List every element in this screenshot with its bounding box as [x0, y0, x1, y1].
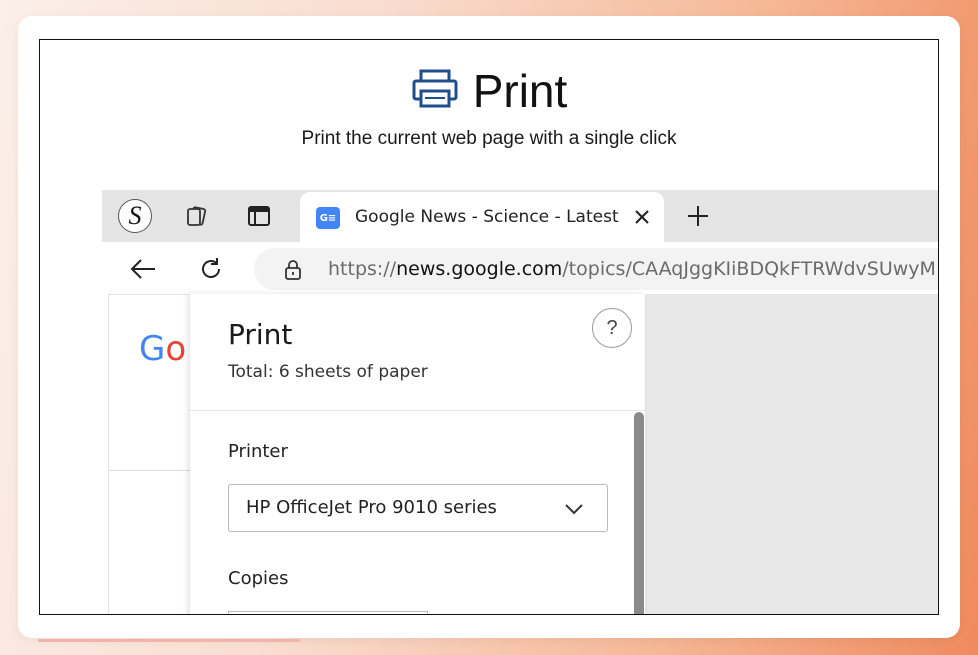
tab-title: Google News - Science - Latest — [355, 207, 619, 227]
profile-avatar[interactable]: S — [118, 199, 152, 233]
browser-window: S G≡ Google News - Science - Latest http… — [102, 190, 938, 614]
new-tab-plus-icon[interactable] — [684, 202, 712, 230]
copies-input[interactable] — [228, 611, 428, 614]
hero-title: Print — [472, 65, 568, 117]
page-content: Go Print Total: 6 sheets of paper ? Prin… — [102, 294, 938, 614]
vertical-tabs-icon[interactable] — [245, 202, 273, 230]
copies-label: Copies — [228, 568, 289, 589]
refresh-icon[interactable] — [196, 254, 226, 284]
printer-select[interactable]: HP OfficeJet Pro 9010 series — [228, 484, 608, 532]
back-arrow-icon[interactable] — [128, 254, 158, 284]
printer-icon — [411, 69, 459, 114]
divider — [109, 470, 193, 471]
hero-heading: Print — [40, 66, 938, 116]
scrollbar-thumb[interactable] — [634, 412, 644, 614]
chevron-down-icon — [563, 498, 585, 520]
sheets-summary: Total: 6 sheets of paper — [228, 362, 428, 382]
print-dialog: Print Total: 6 sheets of paper ? Printer… — [190, 294, 645, 614]
close-tab-icon[interactable] — [630, 205, 654, 229]
printer-label: Printer — [228, 441, 288, 462]
google-logo: Go — [139, 329, 187, 369]
divider — [190, 410, 645, 411]
tab-google-news[interactable]: G≡ Google News - Science - Latest — [300, 192, 664, 242]
card-progress-bar — [38, 639, 300, 642]
print-dialog-title: Print — [228, 318, 293, 351]
browser-toolbar: https://news.google.com/topics/CAAqJggKI… — [102, 242, 938, 294]
screenshot-frame: Print Print the current web page with a … — [39, 39, 939, 615]
lock-icon[interactable] — [282, 259, 304, 281]
news-page-background: Go — [108, 294, 193, 614]
printer-selected-value: HP OfficeJet Pro 9010 series — [246, 497, 497, 518]
google-news-favicon: G≡ — [316, 204, 340, 229]
collections-icon[interactable] — [182, 202, 210, 230]
hero-subtitle: Print the current web page with a single… — [301, 128, 677, 149]
tab-strip: S G≡ Google News - Science - Latest — [102, 190, 938, 242]
address-bar[interactable]: https://news.google.com/topics/CAAqJggKI… — [254, 248, 938, 290]
print-preview-area — [645, 294, 938, 614]
help-button[interactable]: ? — [592, 308, 632, 348]
url-text[interactable]: https://news.google.com/topics/CAAqJggKI… — [328, 258, 936, 280]
